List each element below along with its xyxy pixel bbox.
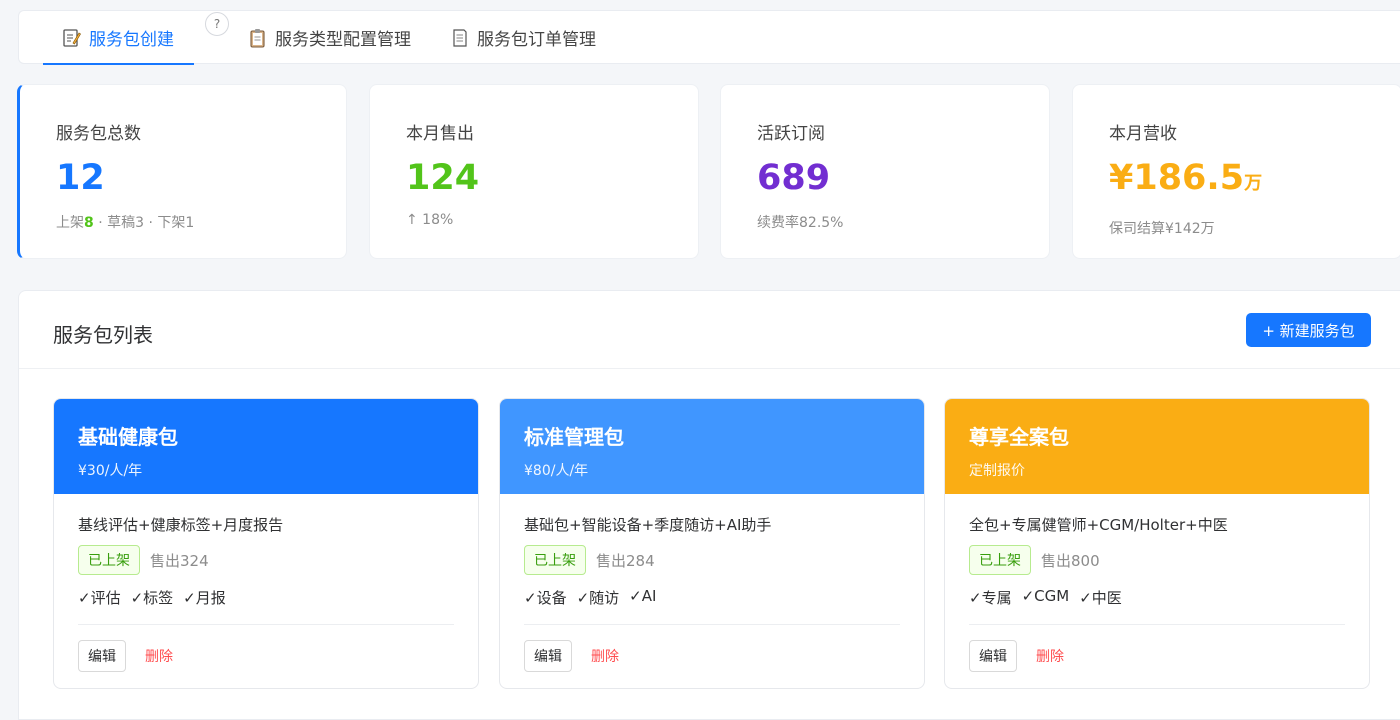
divider xyxy=(524,624,900,625)
document-icon xyxy=(451,28,469,48)
feature-item: ✓专属 xyxy=(969,589,1012,607)
stat-label: 服务包总数 xyxy=(56,124,141,144)
package-card-body: 基线评估+健康标签+月度报告 已上架 售出324 ✓评估 ✓标签 ✓月报 编辑 … xyxy=(54,494,478,672)
package-meta: 已上架 售出800 xyxy=(969,545,1345,575)
package-description: 基线评估+健康标签+月度报告 xyxy=(78,516,284,534)
divider xyxy=(78,624,454,625)
top-tab-bar: 服务包创建 ? 服务类型配置管理 服务包订单管理 xyxy=(18,10,1400,65)
stat-card-monthly-revenue: 本月营收 ¥186.5万 保司结算¥142万 xyxy=(1072,84,1400,259)
sold-count: 售出800 xyxy=(1041,551,1100,570)
feature-item: ✓标签 xyxy=(130,589,174,607)
feature-item: ✓设备 xyxy=(524,589,567,607)
package-card-premium: 尊享全案包 定制报价 全包+专属健管师+CGM/Holter+中医 已上架 售出… xyxy=(944,398,1370,689)
feature-item: ✓评估 xyxy=(78,589,121,607)
tab-label: 服务包订单管理 xyxy=(477,30,596,50)
feature-item: ✓中医 xyxy=(1079,589,1122,607)
package-actions: 编辑 删除 xyxy=(78,640,454,672)
status-badge: 已上架 xyxy=(78,545,140,575)
tab-service-type-config[interactable]: 服务类型配置管理 xyxy=(249,11,411,64)
stat-label: 本月售出 xyxy=(406,124,474,144)
package-actions: 编辑 删除 xyxy=(969,640,1345,672)
package-card-body: 基础包+智能设备+季度随访+AI助手 已上架 售出284 ✓设备 ✓随访 ✓AI… xyxy=(500,494,924,672)
edit-button[interactable]: 编辑 xyxy=(524,640,572,672)
stat-card-total-packages: 服务包总数 12 上架8 · 草稿3 · 下架1 xyxy=(17,84,347,259)
stat-sub: 上架8 · 草稿3 · 下架1 xyxy=(56,212,346,232)
package-description: 基础包+智能设备+季度随访+AI助手 xyxy=(524,516,772,534)
package-list-panel: 服务包列表 + 新建服务包 基础健康包 ¥30/人/年 基线评估+健康标签+月度… xyxy=(18,290,1400,720)
package-price: ¥30/人/年 xyxy=(78,463,143,479)
stat-value: 124 xyxy=(406,158,480,198)
delete-button[interactable]: 删除 xyxy=(145,646,173,666)
edit-note-icon xyxy=(63,28,81,48)
stat-value-number: ¥186.5 xyxy=(1109,158,1245,198)
tab-package-create[interactable]: 服务包创建 xyxy=(43,11,194,65)
package-actions: 编辑 删除 xyxy=(524,640,900,672)
stat-value: 689 xyxy=(757,158,831,198)
help-icon[interactable]: ? xyxy=(205,12,229,36)
stat-label: 本月营收 xyxy=(1109,124,1177,144)
package-price: 定制报价 xyxy=(969,463,1025,479)
delete-button[interactable]: 删除 xyxy=(1036,646,1064,666)
divider xyxy=(969,624,1345,625)
sold-count: 售出324 xyxy=(150,551,209,570)
package-card-basic: 基础健康包 ¥30/人/年 基线评估+健康标签+月度报告 已上架 售出324 ✓… xyxy=(53,398,479,689)
feature-list: ✓评估 ✓标签 ✓月报 xyxy=(78,587,454,608)
package-name: 尊享全案包 xyxy=(969,425,1069,449)
tab-label: 服务类型配置管理 xyxy=(275,30,411,50)
package-description: 全包+专属健管师+CGM/Holter+中医 xyxy=(969,516,1228,534)
delete-button[interactable]: 删除 xyxy=(591,646,619,666)
stat-card-active-subscriptions: 活跃订阅 689 续费率82.5% xyxy=(720,84,1050,259)
feature-list: ✓设备 ✓随访 ✓AI xyxy=(524,587,900,608)
feature-list: ✓专属 ✓CGM ✓中医 xyxy=(969,587,1345,608)
sold-count: 售出284 xyxy=(596,551,655,570)
package-card-header: 标准管理包 ¥80/人/年 xyxy=(500,399,924,494)
feature-item: ✓CGM xyxy=(1021,587,1070,605)
status-badge: 已上架 xyxy=(969,545,1031,575)
package-card-header: 尊享全案包 定制报价 xyxy=(945,399,1369,494)
stat-value: 12 xyxy=(56,158,105,198)
feature-item: ✓AI xyxy=(629,587,657,605)
stat-sub: 续费率82.5% xyxy=(757,215,844,231)
package-meta: 已上架 售出284 xyxy=(524,545,900,575)
package-name: 基础健康包 xyxy=(78,425,178,449)
panel-header: 服务包列表 + 新建服务包 xyxy=(19,291,1400,369)
tab-label: 服务包创建 xyxy=(89,30,174,50)
stat-sub-highlight: 8 xyxy=(84,215,94,231)
edit-button[interactable]: 编辑 xyxy=(969,640,1017,672)
stat-card-monthly-sold: 本月售出 124 ↑ 18% xyxy=(369,84,699,259)
tab-package-orders[interactable]: 服务包订单管理 xyxy=(451,11,596,64)
clipboard-icon xyxy=(249,28,267,48)
package-card-standard: 标准管理包 ¥80/人/年 基础包+智能设备+季度随访+AI助手 已上架 售出2… xyxy=(499,398,925,689)
feature-item: ✓月报 xyxy=(183,589,226,607)
stat-value: ¥186.5万 xyxy=(1109,158,1400,204)
page-title: 服务包列表 xyxy=(53,323,153,347)
stat-value-unit: 万 xyxy=(1244,173,1263,194)
new-package-button[interactable]: + 新建服务包 xyxy=(1246,313,1371,347)
stat-sub-rest: · 草稿3 · 下架1 xyxy=(93,215,195,231)
edit-button[interactable]: 编辑 xyxy=(78,640,126,672)
package-card-header: 基础健康包 ¥30/人/年 xyxy=(54,399,478,494)
status-badge: 已上架 xyxy=(524,545,586,575)
feature-item: ✓随访 xyxy=(576,589,620,607)
package-price: ¥80/人/年 xyxy=(524,463,589,479)
stat-sub: 保司结算¥142万 xyxy=(1109,221,1215,237)
stat-label: 活跃订阅 xyxy=(757,124,825,144)
package-name: 标准管理包 xyxy=(524,425,624,449)
stat-sub-growth: ↑ 18% xyxy=(406,212,454,228)
package-card-body: 全包+专属健管师+CGM/Holter+中医 已上架 售出800 ✓专属 ✓CG… xyxy=(945,494,1369,672)
stat-sub-prefix: 上架 xyxy=(56,215,84,231)
package-meta: 已上架 售出324 xyxy=(78,545,454,575)
